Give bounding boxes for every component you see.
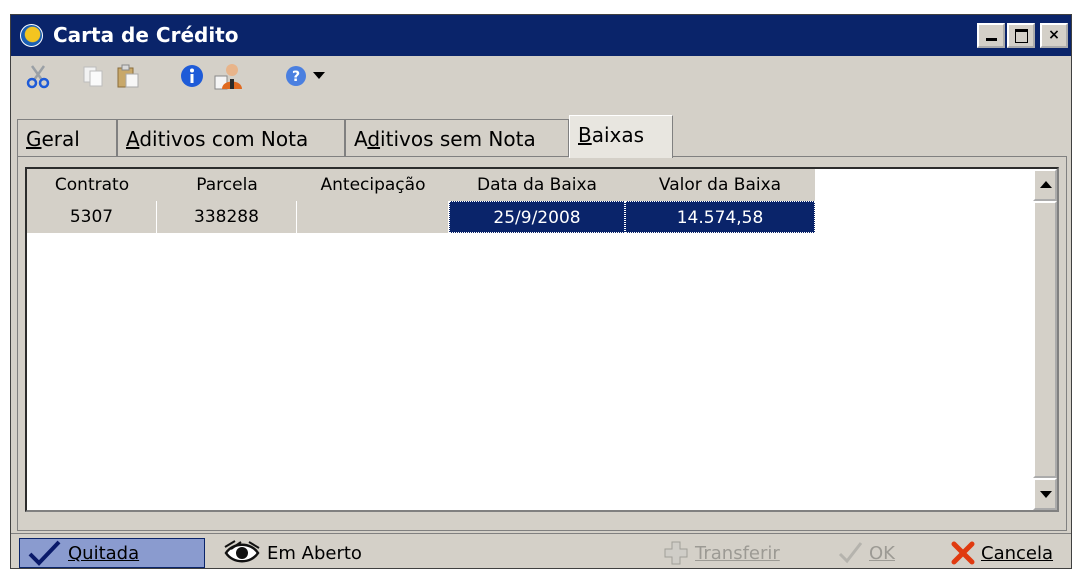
- tab-aditivos-com-nota[interactable]: Aditivos com Nota: [117, 119, 345, 157]
- col-header-parcela[interactable]: Parcela: [157, 169, 297, 201]
- app-icon: [20, 24, 43, 47]
- col-header-antecipacao[interactable]: Antecipação: [297, 169, 449, 201]
- svg-text:?: ?: [292, 69, 300, 85]
- help-dropdown-button[interactable]: [311, 62, 327, 90]
- check-icon: [838, 542, 863, 564]
- cell-data-baixa[interactable]: 25/9/2008: [449, 201, 625, 233]
- col-header-data-baixa[interactable]: Data da Baixa: [449, 169, 625, 201]
- em-aberto-label: Em Aberto: [267, 542, 362, 564]
- copy-icon: [83, 66, 103, 87]
- em-aberto-button[interactable]: Em Aberto: [217, 538, 377, 568]
- cancela-button[interactable]: Cancela: [945, 538, 1071, 568]
- baixas-grid[interactable]: Contrato Parcela Antecipação Data da Bai…: [25, 167, 1059, 512]
- tab-label: Baixas: [578, 123, 645, 147]
- scroll-up-button[interactable]: [1033, 169, 1057, 201]
- scroll-thumb[interactable]: [1033, 201, 1057, 478]
- toolbar: ?: [11, 56, 1071, 94]
- cell-parcela[interactable]: 338288: [157, 201, 297, 233]
- paste-icon: [117, 64, 139, 88]
- baixas-panel: Contrato Parcela Antecipação Data da Bai…: [17, 156, 1067, 531]
- window-title: Carta de Crédito: [53, 23, 239, 47]
- transferir-button[interactable]: Transferir: [657, 538, 809, 568]
- minimize-button[interactable]: [977, 23, 1005, 48]
- user-button[interactable]: [211, 62, 247, 90]
- info-icon: [181, 65, 203, 87]
- action-bar: Quitada Em Aberto Transferir OK Cancela: [11, 533, 1071, 568]
- plus-icon: [664, 541, 688, 565]
- vertical-scrollbar[interactable]: [1033, 169, 1057, 510]
- eye-icon: [224, 540, 260, 563]
- user-icon: [214, 64, 242, 90]
- cell-antecipacao[interactable]: [297, 201, 449, 233]
- cell-valor-baixa[interactable]: 14.574,58: [625, 201, 815, 233]
- scroll-down-button[interactable]: [1033, 478, 1057, 510]
- cancela-label: Cancela: [981, 542, 1054, 564]
- paste-button[interactable]: [113, 62, 143, 90]
- cell-contrato[interactable]: 5307: [27, 201, 157, 233]
- maximize-button[interactable]: [1007, 23, 1035, 48]
- table-row[interactable]: 5307 338288 25/9/2008 14.574,58: [27, 201, 815, 233]
- help-button[interactable]: ?: [283, 62, 309, 90]
- transferir-label: Transferir: [695, 542, 780, 564]
- col-header-valor-baixa[interactable]: Valor da Baixa: [625, 169, 815, 201]
- dropdown-arrow-icon: [313, 72, 325, 79]
- tab-label: Aditivos sem Nota: [354, 127, 536, 151]
- grid-header: Contrato Parcela Antecipação Data da Bai…: [27, 169, 815, 201]
- tab-baixas[interactable]: Baixas: [569, 115, 673, 158]
- cut-icon: [26, 65, 50, 89]
- title-bar[interactable]: Carta de Crédito ×: [11, 15, 1071, 56]
- tab-label: Aditivos com Nota: [126, 127, 309, 151]
- tab-label: Geral: [26, 127, 80, 151]
- ok-button[interactable]: OK: [831, 538, 923, 568]
- quitada-label: Quitada: [68, 542, 140, 564]
- quitada-button[interactable]: Quitada: [19, 538, 205, 568]
- cut-button[interactable]: [23, 62, 53, 90]
- info-button[interactable]: [177, 62, 207, 90]
- col-header-contrato[interactable]: Contrato: [27, 169, 157, 201]
- tab-geral[interactable]: Geral: [17, 119, 117, 157]
- check-icon: [28, 540, 61, 566]
- close-button[interactable]: ×: [1040, 23, 1068, 48]
- copy-button[interactable]: [79, 62, 107, 90]
- main-window: Carta de Crédito × ? Geral Aditivos com …: [10, 14, 1072, 569]
- help-icon: ?: [286, 66, 306, 86]
- ok-label: OK: [869, 542, 895, 564]
- tab-aditivos-sem-nota[interactable]: Aditivos sem Nota: [345, 119, 569, 157]
- close-icon: [951, 541, 975, 565]
